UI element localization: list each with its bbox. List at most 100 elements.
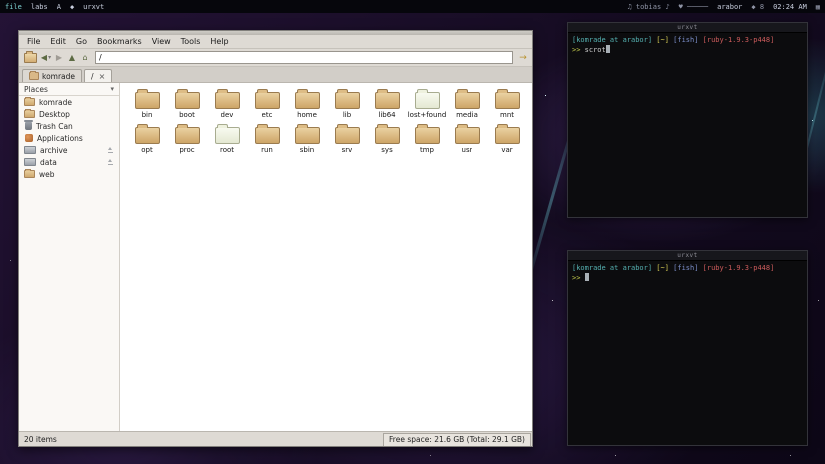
folder-item[interactable]: var: [487, 124, 527, 162]
workspace-tag[interactable]: ◆: [70, 3, 74, 11]
tab-komrade[interactable]: komrade: [22, 69, 83, 82]
new-tab-icon[interactable]: [24, 50, 37, 63]
forward-button[interactable]: ▶: [53, 51, 65, 64]
folder-icon: [294, 89, 320, 109]
folder-icon: [374, 124, 400, 144]
jump-button[interactable]: →: [517, 51, 529, 64]
folder-icon: [454, 124, 480, 144]
folder-item[interactable]: sbin: [287, 124, 327, 162]
home-folder-icon: [24, 97, 35, 106]
folder-item[interactable]: run: [247, 124, 287, 162]
back-icon: ◀: [40, 53, 48, 62]
folder-icon: [494, 89, 520, 109]
folder-icon: [174, 124, 200, 144]
folder-label: sbin: [299, 146, 315, 154]
battery-indicator: ♥ ─────: [678, 2, 709, 11]
hostname-label: arabor: [717, 2, 743, 11]
chevron-down-icon: ▾: [110, 85, 114, 93]
folder-item[interactable]: lib: [327, 89, 367, 127]
folder-item[interactable]: bin: [127, 89, 167, 127]
menu-go[interactable]: Go: [71, 36, 92, 47]
window-title-tag: urxvt: [83, 2, 105, 11]
sidebar-item-archive[interactable]: archive: [19, 144, 119, 156]
folder-icon: [134, 124, 160, 144]
fm-body: Places ▾ komrade Desktop Trash Can Appli…: [19, 83, 532, 431]
eject-icon[interactable]: [107, 147, 114, 153]
folder-item[interactable]: sys: [367, 124, 407, 162]
folder-item[interactable]: usr: [447, 124, 487, 162]
folder-item[interactable]: opt: [127, 124, 167, 162]
folder-item[interactable]: media: [447, 89, 487, 127]
sidebar-item-label: archive: [40, 145, 68, 155]
folder-icon: [214, 124, 240, 144]
places-title: Places: [24, 84, 48, 94]
menu-tools[interactable]: Tools: [176, 36, 206, 47]
folder-item[interactable]: lost+found: [407, 89, 447, 127]
sidebar-item-trash[interactable]: Trash Can: [19, 120, 119, 132]
back-button[interactable]: ◀ ▾: [40, 51, 52, 64]
workspace-tag[interactable]: labs: [31, 3, 48, 11]
folder-icon: [374, 89, 400, 109]
folder-grid: bin boot dev etc home lib lib64 lost+fou…: [120, 83, 532, 431]
folder-item[interactable]: boot: [167, 89, 207, 127]
eject-icon[interactable]: [107, 159, 114, 165]
folder-item[interactable]: srv: [327, 124, 367, 162]
tab-root[interactable]: / ×: [84, 69, 113, 82]
menu-view[interactable]: View: [147, 36, 176, 47]
folder-icon: [494, 124, 520, 144]
sidebar-item-label: Desktop: [39, 109, 70, 119]
workspace-tag[interactable]: A: [57, 3, 61, 11]
folder-item[interactable]: dev: [207, 89, 247, 127]
tab-label: komrade: [42, 71, 76, 81]
folder-label: var: [501, 146, 513, 154]
menu-file[interactable]: File: [22, 36, 45, 47]
places-header[interactable]: Places ▾: [19, 83, 119, 96]
up-button[interactable]: ▲: [66, 51, 78, 64]
folder-item[interactable]: mnt: [487, 89, 527, 127]
sidebar-item-data[interactable]: data: [19, 156, 119, 168]
layout-icon: ▦: [815, 2, 820, 11]
folder-label: run: [261, 146, 273, 154]
menu-help[interactable]: Help: [205, 36, 233, 47]
folder-icon: [174, 89, 200, 109]
folder-item[interactable]: lib64: [367, 89, 407, 127]
applications-icon: [25, 134, 33, 142]
trash-icon: [24, 120, 33, 130]
folder-icon: [29, 71, 39, 80]
tab-close-button[interactable]: ×: [99, 72, 106, 81]
folder-item[interactable]: proc: [167, 124, 207, 162]
folder-label: media: [456, 111, 478, 119]
free-space-indicator: Free space: 21.6 GB (Total: 29.1 GB): [383, 432, 531, 446]
home-button[interactable]: ⌂: [79, 51, 91, 64]
terminal-titlebar[interactable]: urxvt: [568, 251, 807, 261]
prompt-caret: >>: [572, 46, 585, 54]
sidebar-item-web[interactable]: web: [19, 168, 119, 180]
folder-item[interactable]: etc: [247, 89, 287, 127]
folder-item[interactable]: tmp: [407, 124, 447, 162]
prompt-shell: [fish]: [668, 36, 699, 44]
folder-label: dev: [220, 111, 234, 119]
address-input[interactable]: /: [95, 51, 513, 64]
terminal-command-line: >>: [572, 273, 803, 283]
sidebar-item-desktop[interactable]: Desktop: [19, 108, 119, 120]
sidebar-item-label: Trash Can: [36, 121, 73, 131]
menu-bookmarks[interactable]: Bookmarks: [92, 36, 147, 47]
folder-label: usr: [461, 146, 473, 154]
network-indicator: ◆ 8: [751, 2, 765, 11]
item-count: 20 items: [24, 434, 57, 444]
chevron-down-icon[interactable]: ▾: [48, 54, 51, 61]
folder-item[interactable]: root: [207, 124, 247, 162]
sidebar-item-applications[interactable]: Applications: [19, 132, 119, 144]
terminal-content[interactable]: [komrade at arabor] [~] [fish] [ruby-1.9…: [568, 33, 807, 58]
prompt-user-host: [komrade at arabor]: [572, 264, 653, 272]
drive-icon: [24, 146, 36, 154]
menu-edit[interactable]: Edit: [45, 36, 71, 47]
places-sidebar: Places ▾ komrade Desktop Trash Can Appli…: [19, 83, 120, 431]
workspace-tag[interactable]: file: [5, 3, 22, 11]
sidebar-item-komrade[interactable]: komrade: [19, 96, 119, 108]
folder-label: opt: [141, 146, 153, 154]
prompt-user-host: [komrade at arabor]: [572, 36, 653, 44]
terminal-content[interactable]: [komrade at arabor] [~] [fish] [ruby-1.9…: [568, 261, 807, 286]
terminal-titlebar[interactable]: urxvt: [568, 23, 807, 33]
folder-item[interactable]: home: [287, 89, 327, 127]
